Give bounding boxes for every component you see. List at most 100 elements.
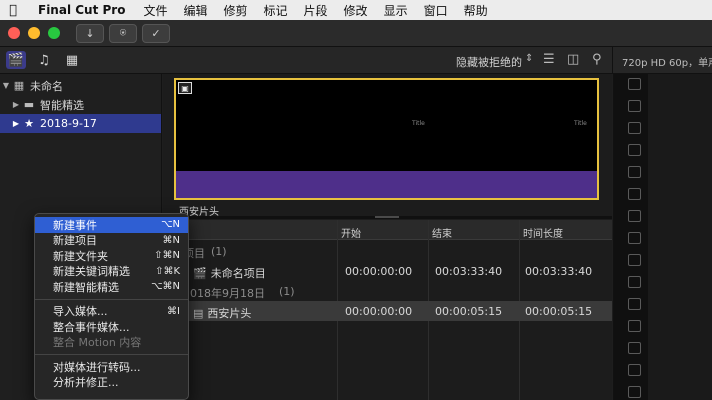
sprocket-hole	[628, 100, 641, 112]
menu-edit[interactable]: 编辑	[175, 2, 215, 19]
title-marker: Title	[412, 120, 425, 127]
search-icon[interactable]: ⚲	[592, 52, 602, 67]
column-header-end[interactable]: 结束	[432, 225, 452, 240]
row-duration: 00:00:05:15	[525, 305, 593, 318]
disclosure-right-icon[interactable]: ▶	[10, 100, 22, 109]
menu-separator	[35, 354, 188, 355]
menu-window[interactable]: 窗口	[416, 2, 456, 19]
browser-header: 🎬 ♫ ▦ 隐藏被拒绝的 ⇕ ☰ ◫ ⚲ 720p HD 60p，单声道	[0, 47, 712, 74]
libraries-clapper-icon[interactable]: 🎬	[6, 51, 26, 69]
zoom-window-button[interactable]	[48, 27, 60, 39]
menu-item-transcode-media[interactable]: 对媒体进行转码...	[35, 359, 188, 375]
chevron-updown-icon: ⇕	[525, 53, 534, 64]
menu-app-name[interactable]: Final Cut Pro	[26, 3, 135, 17]
shortcut-label: ⌥⌘N	[150, 281, 180, 293]
menu-item-consolidate-motion-content: 整合 Motion 内容	[53, 336, 142, 350]
clip-appearance-icon[interactable]: ☰	[543, 52, 555, 67]
download-arrow-icon: ↓	[85, 26, 95, 40]
menu-item-new-project[interactable]: 新建项目 ⌘N	[35, 233, 188, 249]
row-end: 00:00:05:15	[435, 305, 503, 318]
disclosure-right-icon[interactable]: ▶	[10, 119, 22, 128]
sprocket-hole	[628, 210, 641, 222]
header-divider	[612, 47, 613, 74]
group-count: (1)	[211, 245, 227, 258]
close-window-button[interactable]	[8, 27, 20, 39]
sidebar-item-label: 2018-9-17	[40, 117, 97, 130]
disclosure-down-icon[interactable]: ▼	[0, 81, 12, 90]
sidebar-item-event[interactable]: ▶ ★ 2018-9-17	[0, 114, 161, 133]
minimize-window-button[interactable]	[28, 27, 40, 39]
viewer-pane	[613, 74, 712, 400]
keyword-editor-button[interactable]: ⍟	[109, 23, 137, 43]
sidebar-item-library[interactable]: ▼ ▦ 未命名	[0, 76, 161, 95]
window-toolbar: ↓ ⍟ ✓	[0, 20, 712, 47]
row-start: 00:00:00:00	[345, 265, 413, 278]
row-end: 00:03:33:40	[435, 265, 503, 278]
shortcut-label: ⌘N	[162, 234, 180, 246]
shortcut-label: ⇧⌘N	[154, 250, 180, 262]
menu-modify[interactable]: 修改	[336, 2, 376, 19]
menu-item-new-event[interactable]: 新建事件 ⌥N	[35, 217, 188, 233]
menu-file[interactable]: 文件	[135, 2, 175, 19]
column-header-duration[interactable]: 时间长度	[523, 225, 563, 240]
menu-item-new-smart-collection[interactable]: 新建智能精选 ⌥⌘N	[35, 279, 188, 295]
menu-help[interactable]: 帮助	[456, 2, 496, 19]
viewer-format-label: 720p HD 60p，单声道	[622, 58, 712, 69]
sprocket-hole	[628, 364, 641, 376]
sprocket-hole	[628, 188, 641, 200]
background-tasks-button[interactable]: ✓	[142, 23, 170, 43]
sprocket-hole	[628, 166, 641, 178]
menu-item-new-keyword-collection[interactable]: 新建关键词精选 ⇧⌘K	[35, 264, 188, 280]
title-marker: Title	[574, 120, 587, 127]
sidebar-item-smart-collections[interactable]: ▶ ▬ 智能精选	[0, 95, 161, 114]
checkmark-circle-icon: ✓	[151, 26, 161, 40]
compound-clip-icon: ▣	[178, 82, 192, 94]
menu-clip[interactable]: 片段	[296, 2, 336, 19]
context-menu: 新建事件 ⌥N 新建项目 ⌘N 新建文件夹 ⇧⌘N 新建关键词精选 ⇧⌘K 新建…	[34, 213, 189, 400]
clip-thumbnail[interactable]: ▣ Title Title	[174, 78, 599, 200]
shortcut-label: ⌥N	[160, 219, 180, 231]
splitter-grip[interactable]	[375, 216, 399, 218]
table-row-selected[interactable]: ▤ 西安片头 00:00:00:00 00:00:05:15 00:00:05:1…	[163, 301, 612, 321]
group-name: 2018年9月18日	[183, 287, 265, 300]
filter-popup[interactable]: 隐藏被拒绝的	[456, 54, 522, 70]
clapper-icon: 🎬	[193, 267, 207, 280]
menu-view[interactable]: 显示	[376, 2, 416, 19]
sprocket-hole	[628, 320, 641, 332]
sidebar-item-label: 智能精选	[40, 98, 84, 112]
menu-item-import-media[interactable]: 导入媒体... ⌘I	[35, 304, 188, 320]
menu-item-analyze-and-fix[interactable]: 分析并修正...	[35, 375, 188, 391]
sprocket-hole	[628, 78, 641, 90]
shortcut-label: ⌘I	[167, 305, 180, 317]
titles-generators-icon[interactable]: ▦	[62, 51, 82, 69]
list-group-row[interactable]: 项目 (1)	[163, 241, 612, 261]
sprocket-hole	[628, 342, 641, 354]
shortcut-label: ⇧⌘K	[155, 265, 180, 277]
menu-trim[interactable]: 修剪	[216, 2, 256, 19]
apple-icon[interactable]: 	[0, 3, 26, 18]
menu-bar:  Final Cut Pro 文件 编辑 修剪 标记 片段 修改 显示 窗口 …	[0, 0, 712, 20]
folder-icon: ▬	[23, 98, 35, 111]
sprocket-hole	[628, 298, 641, 310]
row-duration: 00:03:33:40	[525, 265, 593, 278]
column-header-start[interactable]: 开始	[341, 225, 361, 240]
menu-item-new-folder[interactable]: 新建文件夹 ⇧⌘N	[35, 248, 188, 264]
menu-mark[interactable]: 标记	[256, 2, 296, 19]
filmstrip	[614, 74, 648, 400]
group-count: (1)	[279, 285, 295, 298]
list-header: 开始 结束 时间长度	[163, 220, 612, 240]
compound-clip-icon: ▤	[193, 307, 204, 320]
sprocket-hole	[628, 232, 641, 244]
menu-separator	[35, 298, 188, 300]
table-row[interactable]: 🎬 未命名项目 00:00:00:00 00:03:33:40 00:03:33:…	[163, 261, 612, 281]
sidebar-item-label: 未命名	[30, 79, 63, 93]
row-start: 00:00:00:00	[345, 305, 413, 318]
import-media-button[interactable]: ↓	[76, 23, 104, 43]
filmstrip-view-icon[interactable]: ◫	[567, 52, 579, 67]
row-name: ▤ 西安片头	[193, 307, 252, 320]
list-group-row[interactable]: 2018年9月18日 (1)	[163, 281, 612, 301]
photos-audio-icon[interactable]: ♫	[34, 51, 54, 69]
row-name: 🎬 未命名项目	[193, 267, 266, 280]
sprocket-hole	[628, 144, 641, 156]
menu-item-consolidate-event-media[interactable]: 整合事件媒体...	[35, 319, 188, 335]
